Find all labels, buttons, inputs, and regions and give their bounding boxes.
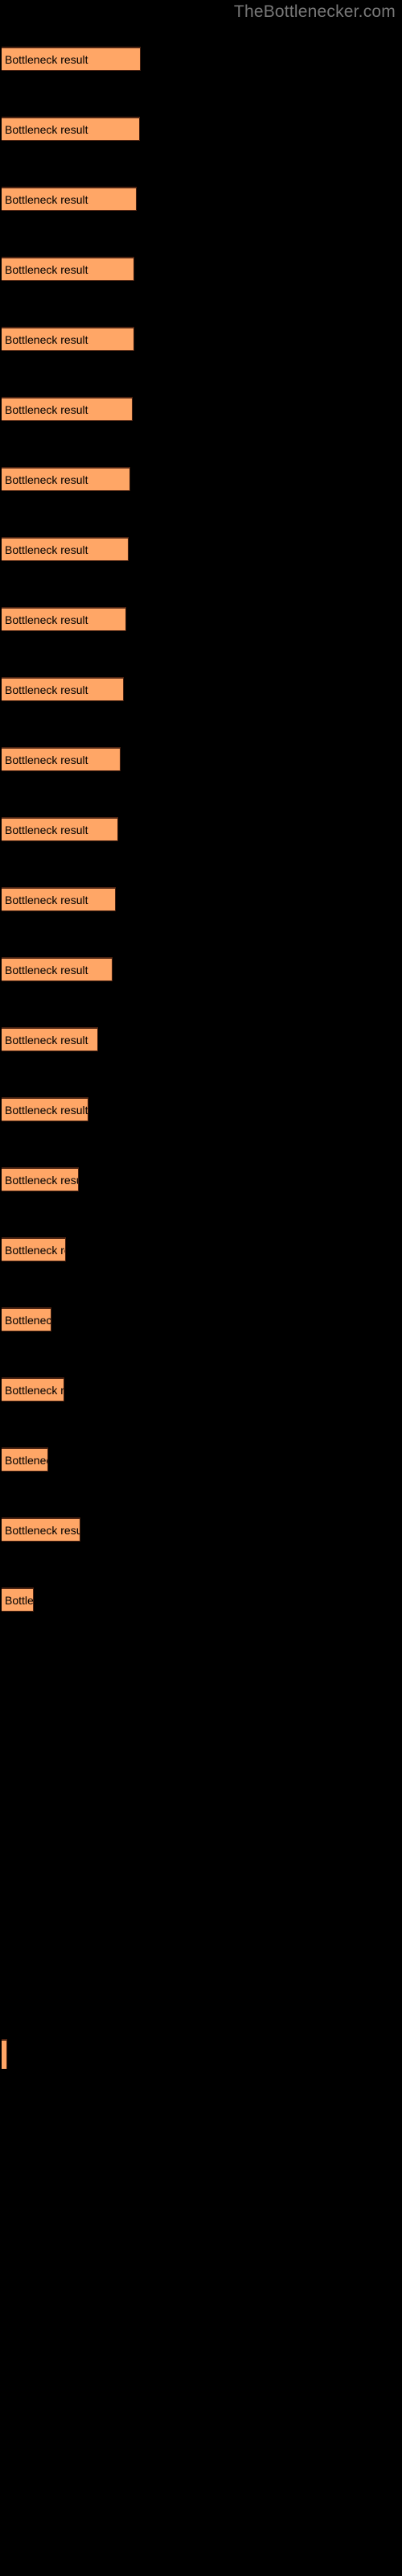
bar-item (2, 2039, 7, 2069)
bar-item: Bottleneck result (2, 257, 134, 281)
bar-label: Bottleneck result (5, 122, 88, 136)
bar-row: Bottleneck result (0, 117, 402, 141)
bar-label: Bottleneck result (5, 1593, 34, 1607)
bar-label: Bottleneck result (5, 1383, 64, 1397)
bar-row: Bottleneck result (0, 817, 402, 841)
bar-label: Bottleneck result (5, 963, 88, 976)
bar-label: Bottleneck result (5, 893, 88, 906)
bar-label: Bottleneck result (5, 52, 88, 66)
bar-row: Bottleneck result (0, 1307, 402, 1331)
bar-item: Bottleneck result (2, 467, 130, 491)
bar-row: Bottleneck result (0, 1517, 402, 1542)
bar-label: Bottleneck result (5, 473, 88, 486)
bar-item: Bottleneck result (2, 117, 140, 141)
bar-row: Bottleneck result (0, 887, 402, 911)
bar-item: Bottleneck result (2, 1167, 79, 1191)
bar-label: Bottleneck result (5, 823, 88, 836)
bar-label: Bottleneck result (5, 332, 88, 346)
bar-row: Bottleneck result (0, 1237, 402, 1261)
bar-item: Bottleneck result (2, 1377, 64, 1402)
bar-row: Bottleneck result (0, 467, 402, 491)
bar-row: Bottleneck result (0, 1027, 402, 1051)
bar-item: Bottleneck result (2, 1097, 88, 1121)
bar-label: Bottleneck result (5, 192, 88, 206)
bar-chart: TheBottlenecker.com Bottleneck result Bot… (0, 0, 402, 2576)
bar-item: Bottleneck result (2, 1237, 66, 1261)
bar-item: Bottleneck result (2, 747, 121, 771)
bar-label: Bottleneck result (5, 1243, 65, 1257)
bar-item: Bottleneck result (2, 1517, 80, 1542)
bar-label: Bottleneck result (5, 262, 88, 276)
bar-row: Bottleneck result (0, 397, 402, 421)
bar-label: Bottleneck result (5, 1313, 51, 1327)
bar-row: Bottleneck result (0, 1097, 402, 1121)
bar-item: Bottleneck result (2, 1307, 51, 1331)
bar-item: Bottleneck result (2, 47, 141, 71)
bar-item: Bottleneck result (2, 397, 133, 421)
bar-item: Bottleneck result (2, 887, 116, 911)
bar-item: Bottleneck result (2, 187, 137, 211)
bar-item: Bottleneck result (2, 327, 134, 351)
bar-row: Bottleneck result (0, 1447, 402, 1472)
bar-row: Bottleneck result (0, 1377, 402, 1402)
bar-row: Bottleneck result (0, 677, 402, 701)
bar-item: Bottleneck result (2, 1587, 34, 1612)
bar-label: Bottleneck result (5, 402, 88, 416)
bar-row: Bottleneck result (0, 537, 402, 561)
bar-label: Bottleneck result (5, 1173, 78, 1187)
bar-item: Bottleneck result (2, 537, 129, 561)
bar-label: Bottleneck result (5, 1103, 88, 1117)
bar-row: Bottleneck result (0, 327, 402, 351)
bar-row: Bottleneck result (0, 957, 402, 981)
bar-label: Bottleneck result (5, 1453, 47, 1467)
bar-row: Bottleneck result (0, 747, 402, 771)
bar-item: Bottleneck result (2, 1027, 98, 1051)
bar-row: Bottleneck result (0, 257, 402, 281)
bar-row: Bottleneck result (0, 1587, 402, 1612)
bar-row: Bottleneck result (0, 1167, 402, 1191)
page-title: TheBottlenecker.com (233, 2, 396, 21)
bar-row: Bottleneck result (0, 47, 402, 71)
bar-item: Bottleneck result (2, 677, 124, 701)
bar-item: Bottleneck result (2, 817, 118, 841)
bar-label: Bottleneck result (5, 613, 88, 626)
bar-item: Bottleneck result (2, 1447, 48, 1472)
bar-item: Bottleneck result (2, 957, 113, 981)
bar-row: Bottleneck result (0, 187, 402, 211)
bar-label: Bottleneck result (5, 1523, 80, 1537)
bar-label: Bottleneck result (5, 1033, 88, 1046)
bar-label: Bottleneck result (5, 543, 88, 556)
bar-label: Bottleneck result (5, 683, 88, 696)
bar-row: Bottleneck result (0, 607, 402, 631)
bar-label: Bottleneck result (5, 753, 88, 766)
bar-item: Bottleneck result (2, 607, 126, 631)
